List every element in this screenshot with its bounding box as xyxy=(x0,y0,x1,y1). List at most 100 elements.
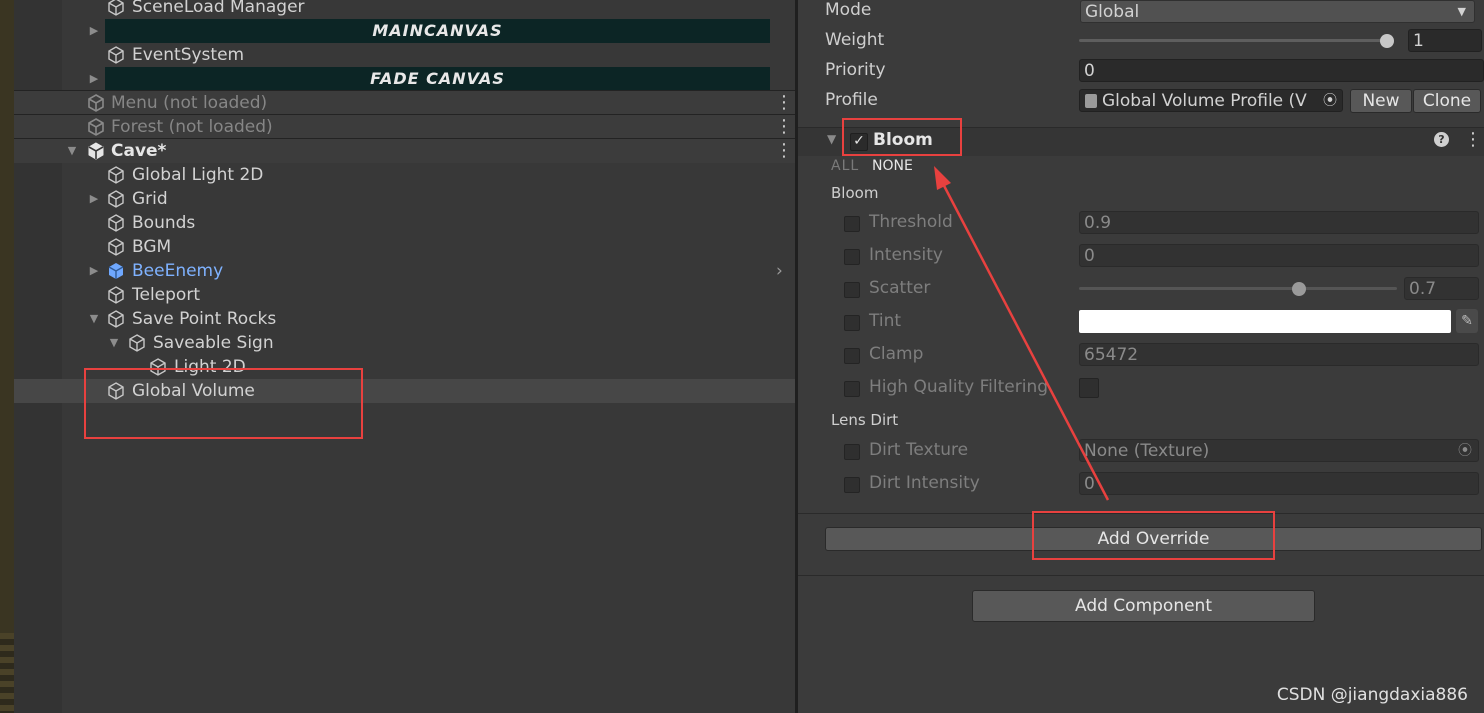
clamp-label: Clamp xyxy=(869,344,924,364)
mode-label: Mode xyxy=(825,0,872,20)
hierarchy-item-bounds[interactable]: Bounds xyxy=(14,211,795,235)
hierarchy-item-grid[interactable]: ▶ Grid xyxy=(14,187,795,211)
dirt-texture-override-checkbox[interactable] xyxy=(844,444,860,460)
object-picker-icon[interactable]: ⦿ xyxy=(1323,90,1337,111)
intensity-label: Intensity xyxy=(869,245,943,265)
intensity-field[interactable]: 0 xyxy=(1079,244,1479,267)
kebab-menu-icon[interactable]: ⋮ xyxy=(775,139,793,163)
hierarchy-item-maincanvas[interactable]: ▶ MAINCANVAS xyxy=(14,19,795,43)
profile-object-field[interactable]: Global Volume Profile (V ⦿ xyxy=(1079,89,1343,112)
collapse-arrow-icon[interactable]: ▼ xyxy=(88,307,100,331)
hierarchy-item-save-point-rocks[interactable]: ▼ Save Point Rocks xyxy=(14,307,795,331)
weight-slider-track[interactable] xyxy=(1079,39,1394,42)
collapse-arrow-icon[interactable]: ▼ xyxy=(66,139,78,163)
mode-dropdown[interactable]: Global ▼ xyxy=(1080,0,1475,23)
intensity-override-checkbox[interactable] xyxy=(844,249,860,265)
threshold-field[interactable]: 0.9 xyxy=(1079,211,1479,234)
hierarchy-item-label: Bounds xyxy=(132,213,196,233)
kebab-menu-icon[interactable]: ⋮ xyxy=(775,91,793,115)
hierarchy-scene-forest[interactable]: Forest (not loaded) ⋮ xyxy=(14,114,795,139)
hierarchy-item-label: SceneLoad Manager xyxy=(132,0,305,17)
hierarchy-item-label: Cave* xyxy=(111,141,167,161)
hierarchy-item-label: EventSystem xyxy=(132,45,245,65)
hierarchy-item-sceneload-manager[interactable]: SceneLoad Manager xyxy=(14,0,795,19)
open-prefab-chevron-icon[interactable]: › xyxy=(776,259,783,283)
hierarchy-item-label: Global Light 2D xyxy=(132,165,264,185)
threshold-override-checkbox[interactable] xyxy=(844,216,860,232)
hierarchy-item-label: Menu (not loaded) xyxy=(111,93,268,113)
weight-field[interactable]: 1 xyxy=(1408,29,1482,52)
gameobject-cube-icon xyxy=(108,166,124,184)
dirt-intensity-override-checkbox[interactable] xyxy=(844,477,860,493)
hierarchy-item-saveable-sign[interactable]: ▼ Saveable Sign xyxy=(14,331,795,355)
priority-label: Priority xyxy=(825,60,886,80)
threshold-label: Threshold xyxy=(869,212,953,232)
scatter-override-checkbox[interactable] xyxy=(844,282,860,298)
scatter-slider-handle[interactable] xyxy=(1291,282,1306,296)
expand-arrow-icon[interactable]: ▶ xyxy=(88,259,100,283)
scatter-field[interactable]: 0.7 xyxy=(1404,277,1479,300)
inspector-panel: Mode Global ▼ Weight 1 Priority 0 Profil… xyxy=(798,0,1484,713)
hierarchy-item-fade-canvas[interactable]: ▶ FADE CANVAS xyxy=(14,67,795,91)
scatter-slider-track[interactable] xyxy=(1079,287,1397,290)
bloom-group-label: Bloom xyxy=(831,184,879,202)
expand-arrow-icon[interactable]: ▶ xyxy=(88,67,100,91)
gameobject-cube-icon xyxy=(108,214,124,232)
kebab-menu-icon[interactable]: ⋮ xyxy=(775,115,793,139)
tint-override-checkbox[interactable] xyxy=(844,315,860,331)
gameobject-cube-icon xyxy=(108,238,124,256)
hierarchy-item-teleport[interactable]: Teleport xyxy=(14,283,795,307)
profile-value: Global Volume Profile (V xyxy=(1102,91,1307,111)
gameobject-cube-icon xyxy=(108,46,124,64)
mode-value: Global xyxy=(1085,2,1140,22)
hierarchy-item-label: Save Point Rocks xyxy=(132,309,277,329)
weight-slider-handle[interactable] xyxy=(1380,34,1394,48)
hierarchy-item-label: MAINCANVAS xyxy=(105,19,770,43)
gameobject-cube-icon xyxy=(129,334,145,352)
priority-field[interactable]: 0 xyxy=(1079,59,1484,82)
dirt-intensity-label: Dirt Intensity xyxy=(869,473,980,493)
weight-label: Weight xyxy=(825,30,885,50)
all-toggle-link[interactable]: ALL xyxy=(831,158,859,174)
hq-filtering-checkbox[interactable] xyxy=(1079,378,1099,398)
dirt-intensity-field[interactable]: 0 xyxy=(1079,472,1479,495)
object-picker-icon[interactable]: ⦿ xyxy=(1458,440,1472,461)
hierarchy-item-label: Saveable Sign xyxy=(153,333,274,353)
hierarchy-item-beeenemy[interactable]: ▶ BeeEnemy › xyxy=(14,259,795,283)
clamp-field[interactable]: 65472 xyxy=(1079,343,1479,366)
expand-arrow-icon[interactable]: ▶ xyxy=(88,187,100,211)
gameobject-cube-icon xyxy=(108,310,124,328)
annotation-box-add-override xyxy=(1032,511,1275,560)
hierarchy-panel: SceneLoad Manager ▶ MAINCANVAS EventSyst… xyxy=(14,0,795,713)
kebab-menu-icon[interactable]: ⋮ xyxy=(1464,129,1482,150)
separator xyxy=(798,575,1484,576)
hierarchy-item-bgm[interactable]: BGM xyxy=(14,235,795,259)
foldout-arrow-icon[interactable]: ▼ xyxy=(827,132,836,146)
hq-filtering-override-checkbox[interactable] xyxy=(844,381,860,397)
dirt-texture-field[interactable]: None (Texture) ⦿ xyxy=(1079,439,1479,462)
add-component-button[interactable]: Add Component xyxy=(972,590,1315,622)
hierarchy-item-label: BeeEnemy xyxy=(132,261,224,281)
gameobject-cube-icon xyxy=(108,286,124,304)
hq-filtering-label: High Quality Filtering xyxy=(869,377,1049,397)
hierarchy-item-global-light-2d[interactable]: Global Light 2D xyxy=(14,163,795,187)
clamp-override-checkbox[interactable] xyxy=(844,348,860,364)
hierarchy-scene-cave[interactable]: ▼ Cave* ⋮ xyxy=(14,138,795,163)
dropdown-arrow-icon: ▼ xyxy=(1457,5,1466,18)
collapse-arrow-icon[interactable]: ▼ xyxy=(108,331,120,355)
hierarchy-item-label: Teleport xyxy=(132,285,200,305)
expand-arrow-icon[interactable]: ▶ xyxy=(88,19,100,43)
help-icon[interactable]: ? xyxy=(1434,132,1449,147)
hierarchy-item-eventsystem[interactable]: EventSystem xyxy=(14,43,795,67)
eyedropper-icon[interactable]: ✎ xyxy=(1456,309,1478,333)
hierarchy-scene-menu[interactable]: Menu (not loaded) ⋮ xyxy=(14,90,795,115)
clone-button[interactable]: Clone xyxy=(1413,89,1481,113)
none-toggle-link[interactable]: NONE xyxy=(872,158,913,174)
annotation-box-bloom xyxy=(842,118,962,156)
volume-profile-asset-icon xyxy=(1085,94,1097,108)
unity-scene-icon xyxy=(88,142,104,160)
new-button[interactable]: New xyxy=(1350,89,1412,113)
tint-color-swatch[interactable] xyxy=(1079,310,1451,333)
unity-scene-icon xyxy=(88,94,104,112)
tint-label: Tint xyxy=(869,311,902,331)
